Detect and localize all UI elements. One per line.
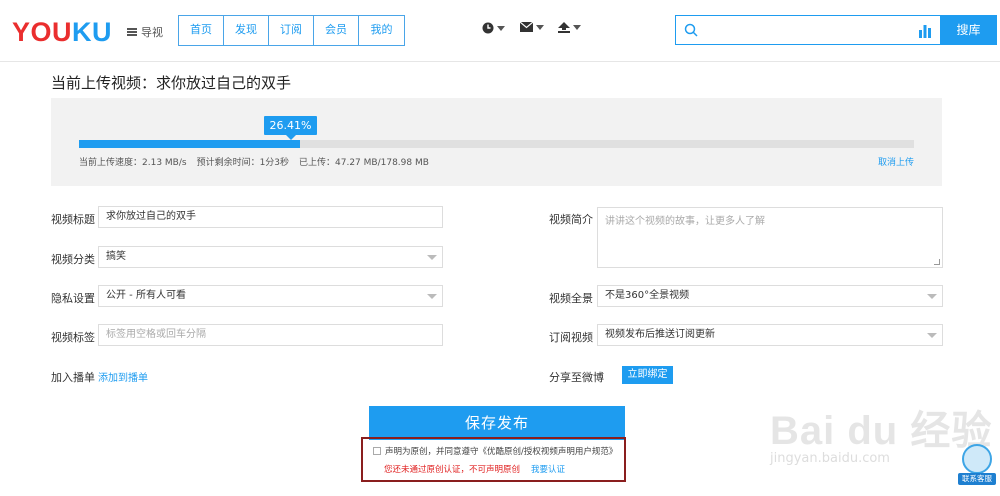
chevron-down-icon bbox=[536, 24, 544, 30]
nav-home[interactable]: 首页 bbox=[179, 16, 224, 45]
customer-service-label: 联系客服 bbox=[958, 473, 996, 485]
verification-warning: 您还未通过原创认证，不可声明原创 bbox=[384, 465, 521, 475]
chevron-down-icon bbox=[427, 255, 437, 260]
privacy-label: 隐私设置 bbox=[51, 292, 95, 305]
panorama-label: 视频全景 bbox=[549, 292, 593, 305]
weibo-label: 分享至微博 bbox=[549, 371, 604, 384]
headset-icon bbox=[962, 444, 992, 474]
upload-speed: 当前上传速度：2.13 MB/s bbox=[79, 158, 187, 168]
logo-you: YOU bbox=[12, 17, 73, 47]
nav-subscribe[interactable]: 订阅 bbox=[269, 16, 314, 45]
nav-discover[interactable]: 发现 bbox=[224, 16, 269, 45]
customer-service-button[interactable]: 联系客服 bbox=[958, 444, 996, 485]
resize-handle-icon[interactable] bbox=[934, 259, 940, 265]
cancel-upload-link[interactable]: 取消上传 bbox=[878, 155, 914, 168]
upload-menu[interactable] bbox=[558, 22, 581, 33]
description-textarea[interactable]: 讲讲这个视频的故事，让更多人了解 bbox=[597, 207, 943, 268]
subscribe-select[interactable]: 视频发布后推送订阅更新 bbox=[597, 324, 943, 346]
logo-ku: KU bbox=[72, 17, 113, 47]
top-header: YOUKU 导视 首页 发现 订阅 会员 我的 搜库 bbox=[0, 0, 1000, 62]
mail-icon bbox=[520, 22, 533, 32]
add-to-playlist-link[interactable]: 添加到播单 bbox=[98, 369, 148, 384]
upload-icon bbox=[558, 22, 570, 33]
search-icon bbox=[684, 23, 698, 37]
description-label: 视频简介 bbox=[549, 213, 593, 226]
nav-member[interactable]: 会员 bbox=[314, 16, 359, 45]
upload-stats: 当前上传速度：2.13 MB/s 预计剩余时间：1分3秒 已上传：47.27 M… bbox=[79, 155, 429, 168]
declaration-text: 声明为原创，并同意遵守《优酷原创/授权视频声明用户规范》 bbox=[385, 447, 618, 457]
privacy-select[interactable]: 公开 - 所有人可看 bbox=[98, 285, 443, 307]
uploaded-size: 已上传：47.27 MB/178.98 MB bbox=[299, 158, 429, 168]
playlist-label: 加入播单 bbox=[51, 371, 95, 384]
tags-label: 视频标签 bbox=[51, 331, 95, 344]
original-declaration-box: 声明为原创，并同意遵守《优酷原创/授权视频声明用户规范》 您还未通过原创认证，不… bbox=[361, 437, 626, 482]
progress-percent-badge: 26.41% bbox=[264, 116, 317, 140]
privacy-value: 公开 - 所有人可看 bbox=[106, 290, 186, 301]
subscribe-label: 订阅视频 bbox=[549, 331, 593, 344]
panorama-value: 不是360°全景视频 bbox=[605, 290, 690, 301]
save-publish-button[interactable]: 保存发布 bbox=[369, 406, 625, 440]
original-checkbox[interactable] bbox=[373, 447, 381, 455]
category-label: 视频分类 bbox=[51, 253, 95, 266]
chevron-down-icon bbox=[573, 25, 581, 30]
verify-link[interactable]: 我要认证 bbox=[531, 463, 565, 475]
hamburger-icon bbox=[127, 28, 137, 36]
bind-weibo-button[interactable]: 立即绑定 bbox=[622, 366, 673, 384]
history-menu[interactable] bbox=[482, 22, 505, 34]
search-box: 搜库 bbox=[675, 15, 997, 45]
guide-label: 导视 bbox=[141, 26, 163, 39]
description-placeholder: 讲讲这个视频的故事，让更多人了解 bbox=[605, 216, 765, 227]
message-menu[interactable] bbox=[520, 22, 544, 32]
bar-chart-icon[interactable] bbox=[919, 23, 931, 38]
progress-fill bbox=[79, 140, 300, 148]
title-label: 视频标题 bbox=[51, 213, 95, 226]
chevron-down-icon bbox=[497, 25, 505, 31]
upload-progress-panel: 26.41% 当前上传速度：2.13 MB/s 预计剩余时间：1分3秒 已上传：… bbox=[51, 98, 942, 186]
baidu-watermark-url: jingyan.baidu.com bbox=[770, 451, 890, 466]
tags-input[interactable]: 标签用空格或回车分隔 bbox=[98, 324, 443, 346]
guide-menu[interactable]: 导视 bbox=[127, 24, 163, 40]
nav-mine[interactable]: 我的 bbox=[359, 16, 404, 45]
main-nav: 首页 发现 订阅 会员 我的 bbox=[178, 15, 405, 46]
category-select[interactable]: 搞笑 bbox=[98, 246, 443, 268]
search-button[interactable]: 搜库 bbox=[940, 15, 997, 45]
category-value: 搞笑 bbox=[106, 251, 126, 262]
title-input[interactable]: 求你放过自己的双手 bbox=[98, 206, 443, 228]
chevron-down-icon bbox=[927, 333, 937, 338]
chevron-down-icon bbox=[427, 294, 437, 299]
panorama-select[interactable]: 不是360°全景视频 bbox=[597, 285, 943, 307]
page-title: 当前上传视频：求你放过自己的双手 bbox=[51, 74, 292, 92]
clock-icon bbox=[482, 22, 494, 34]
remaining-time: 预计剩余时间：1分3秒 bbox=[196, 158, 290, 168]
progress-track bbox=[79, 140, 914, 148]
chevron-down-icon bbox=[927, 294, 937, 299]
subscribe-value: 视频发布后推送订阅更新 bbox=[605, 329, 715, 340]
search-input[interactable] bbox=[702, 18, 938, 42]
youku-logo[interactable]: YOUKU bbox=[12, 17, 112, 48]
